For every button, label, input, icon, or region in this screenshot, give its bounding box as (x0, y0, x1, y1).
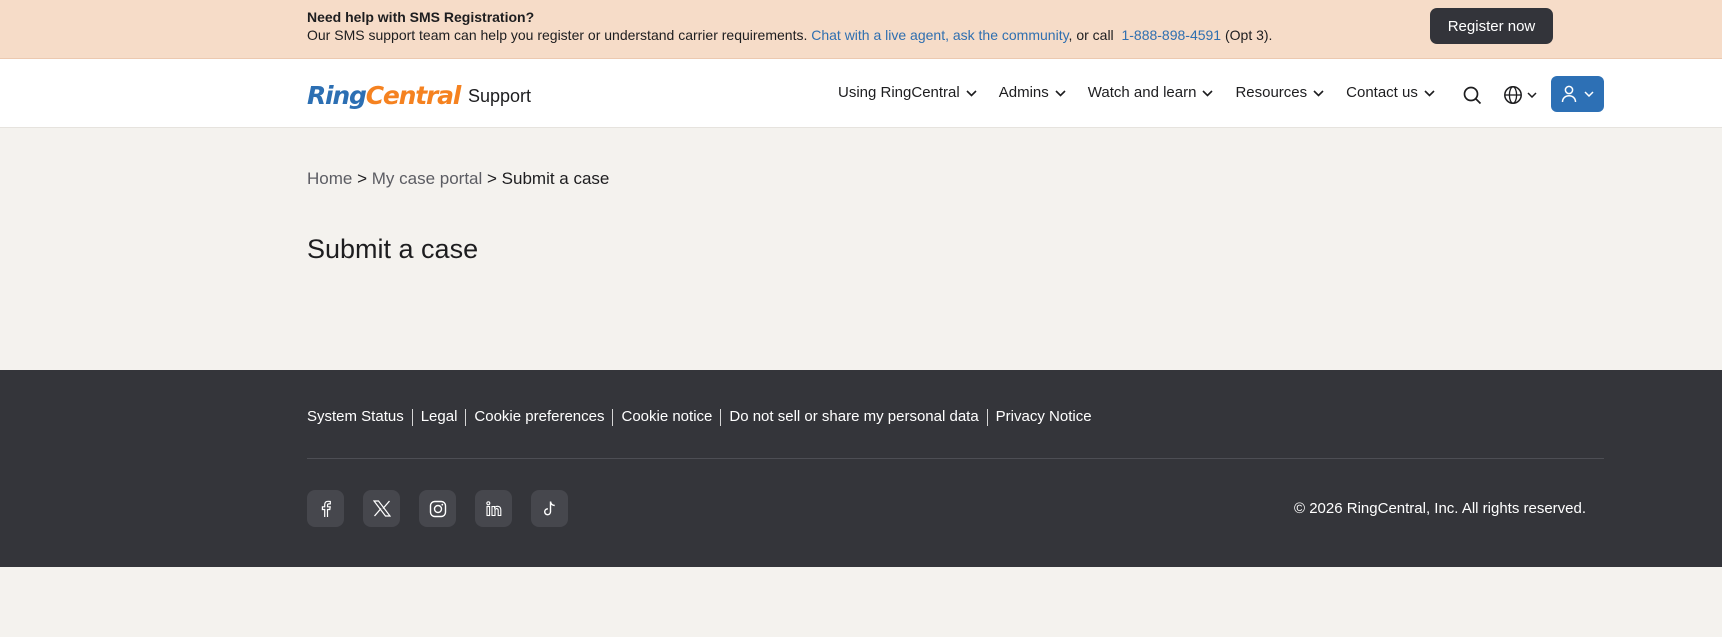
chevron-down-icon (1424, 89, 1435, 97)
facebook-link[interactable] (307, 490, 344, 527)
site-footer: System Status Legal Cookie preferences C… (0, 370, 1722, 567)
chevron-down-icon (966, 89, 977, 97)
live-agent-community-link[interactable]: Chat with a live agent, ask the communit… (811, 27, 1068, 43)
language-selector[interactable] (1500, 83, 1540, 107)
x-link[interactable] (363, 490, 400, 527)
search-button[interactable] (1460, 83, 1484, 107)
nav-label: Admins (998, 84, 1049, 101)
footer-divider-line (411, 408, 413, 426)
footer-divider-line (986, 408, 988, 426)
banner-description: Our SMS support team can help you regist… (307, 27, 812, 43)
nav-label: Watch and learn (1087, 84, 1197, 101)
linkedin-icon (485, 500, 501, 516)
nav-label: Using RingCentral (838, 84, 960, 101)
footer-link-privacy-notice[interactable]: Privacy Notice (996, 408, 1092, 426)
footer-link-legal[interactable]: Legal (421, 408, 458, 426)
breadcrumb-home[interactable]: Home (307, 169, 352, 188)
chevron-down-icon (1313, 89, 1324, 97)
site-header: RingCentral Support Using RingCentral Ad… (0, 59, 1722, 128)
sms-registration-banner: Need help with SMS Registration? Our SMS… (0, 0, 1722, 59)
main-nav: Using RingCentral Admins Watch and learn… (838, 83, 1457, 103)
social-links (307, 490, 587, 527)
search-icon (1463, 86, 1481, 104)
breadcrumb-current: Submit a case (501, 169, 610, 188)
support-label[interactable]: Support (468, 85, 531, 107)
footer-link-system-status[interactable]: System Status (307, 408, 404, 426)
nav-contact-us[interactable]: Contact us (1346, 83, 1435, 103)
chevron-down-icon (1584, 91, 1594, 97)
banner-option-text: (Opt 3). (1221, 27, 1273, 43)
ringcentral-logo[interactable]: RingCentral (307, 81, 462, 110)
page-title: Submit a case (307, 234, 479, 264)
nav-label: Contact us (1346, 84, 1418, 101)
linkedin-link[interactable] (475, 490, 512, 527)
logo-text-central: Central (365, 81, 462, 110)
account-menu-button[interactable] (1551, 76, 1604, 112)
chevron-down-icon (1055, 89, 1066, 97)
footer-links: System Status Legal Cookie preferences C… (307, 408, 1092, 426)
chevron-down-icon (1527, 92, 1537, 98)
footer-divider-line (465, 408, 467, 426)
facebook-icon (321, 500, 331, 517)
user-icon (1561, 85, 1577, 103)
footer-divider-line (612, 408, 614, 426)
footer-link-cookie-notice[interactable]: Cookie notice (621, 408, 712, 426)
tiktok-icon (543, 500, 555, 515)
copyright-text: © 2026 RingCentral, Inc. All rights rese… (1294, 500, 1587, 517)
x-icon (372, 500, 391, 517)
instagram-icon (429, 500, 446, 517)
banner-call-text: , or call (1068, 27, 1118, 43)
banner-text: Need help with SMS Registration? Our SMS… (307, 8, 1272, 44)
logo-text-ring: Ring (307, 81, 367, 110)
banner-title: Need help with SMS Registration? (307, 9, 535, 25)
support-phone-link[interactable]: 1-888-898-4591 (1121, 27, 1221, 43)
register-now-button[interactable]: Register now (1430, 8, 1553, 44)
nav-resources[interactable]: Resources (1235, 83, 1324, 103)
page-bottom-spacer (0, 567, 1722, 637)
breadcrumb-separator: > (482, 169, 502, 188)
footer-divider-line (720, 408, 722, 426)
nav-admins[interactable]: Admins (999, 83, 1066, 103)
footer-link-cookie-preferences[interactable]: Cookie preferences (474, 408, 604, 426)
footer-divider (307, 458, 1604, 459)
globe-icon (1504, 86, 1522, 104)
nav-using-ringcentral[interactable]: Using RingCentral (838, 83, 977, 103)
tiktok-link[interactable] (531, 490, 568, 527)
instagram-link[interactable] (419, 490, 456, 527)
footer-link-do-not-sell[interactable]: Do not sell or share my personal data (729, 408, 978, 426)
nav-label: Resources (1235, 84, 1308, 101)
nav-watch-and-learn[interactable]: Watch and learn (1088, 83, 1214, 103)
main-content: Home > My case portal > Submit a case Su… (0, 128, 1722, 370)
breadcrumb-separator: > (352, 169, 372, 188)
breadcrumb-case-portal[interactable]: My case portal (372, 169, 483, 188)
chevron-down-icon (1202, 89, 1214, 97)
breadcrumb: Home > My case portal > Submit a case (307, 168, 609, 190)
